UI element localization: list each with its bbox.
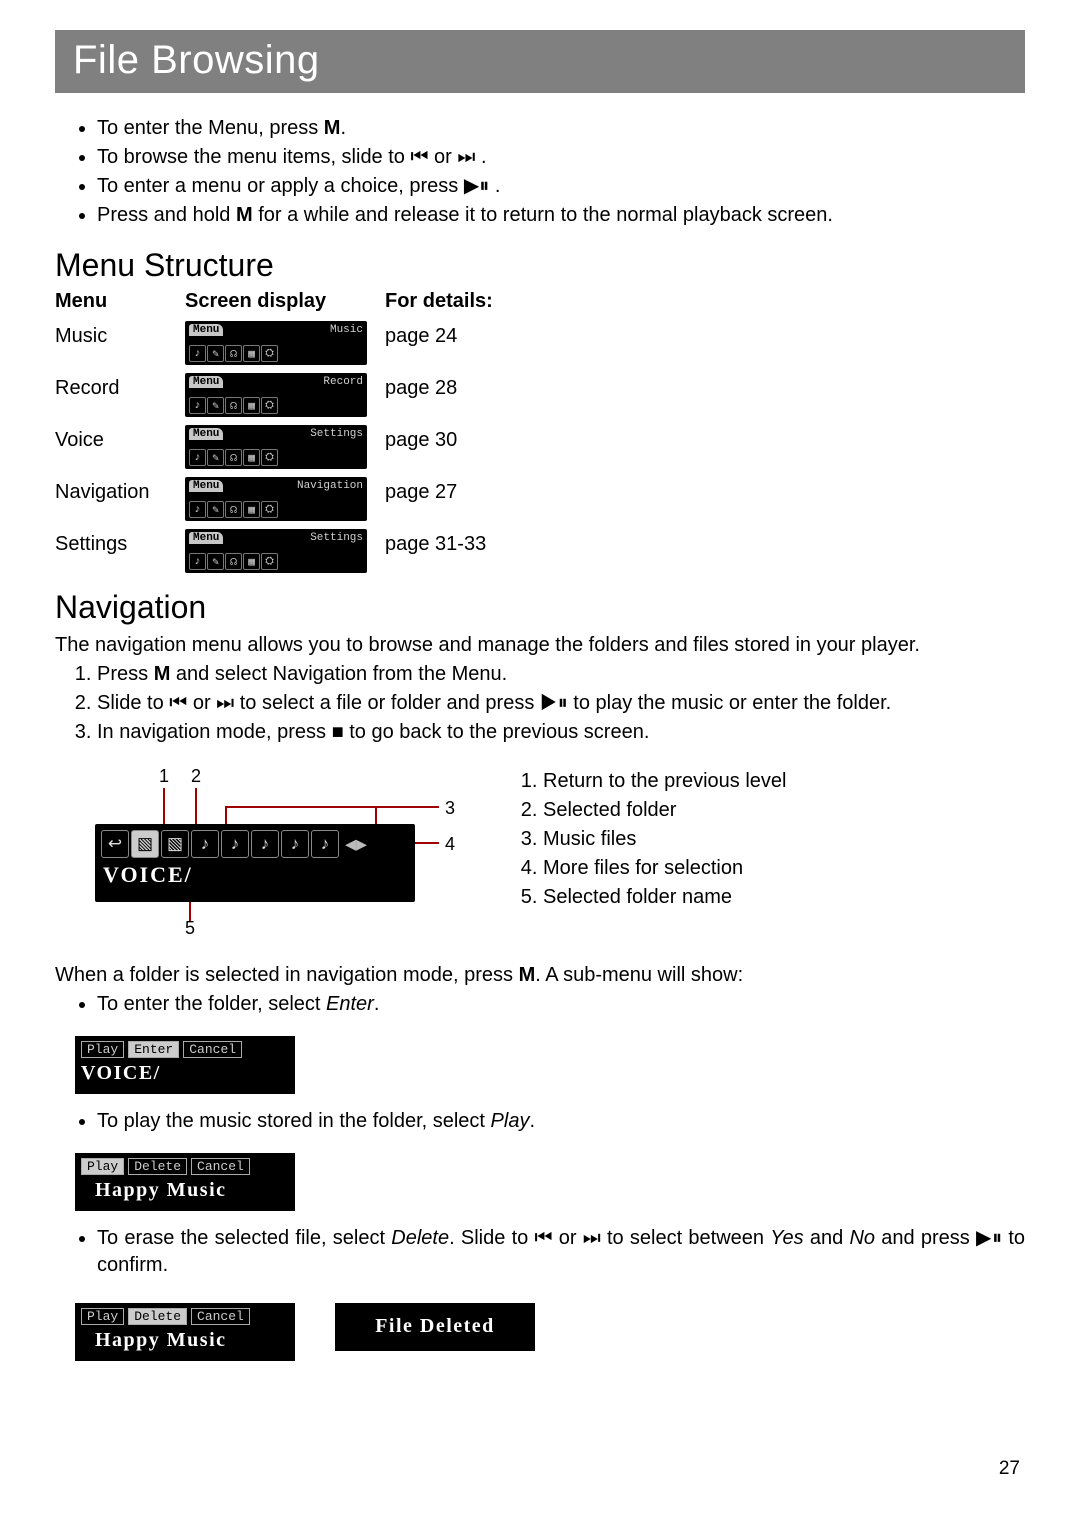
list-item: In navigation mode, press ■ to go back t…: [97, 719, 1025, 746]
voice-icon: ☊: [225, 345, 242, 362]
file-music-icon: ♪: [281, 830, 309, 858]
list-item: Press M and select Navigation from the M…: [97, 661, 1025, 688]
navigation-legend: Return to the previous level Selected fo…: [515, 766, 786, 913]
file-music-icon: ♪: [191, 830, 219, 858]
submenu-option-cancel: Cancel: [183, 1041, 242, 1058]
list-item: Press and hold M for a while and release…: [97, 202, 1025, 229]
lcd-screen-record: MenuRecord ♪ ✎ ☊ ▦ ⛭: [185, 373, 367, 417]
navigation-icon: ▦: [243, 345, 260, 362]
submenu-intro: When a folder is selected in navigation …: [55, 962, 1025, 989]
more-arrow-icon: ◂▸: [345, 831, 367, 857]
menu-structure-table: Menu Screen display For details: Music M…: [55, 290, 1025, 573]
submenu-option-play: Play: [81, 1158, 124, 1175]
list-item: To enter a menu or apply a choice, press…: [97, 173, 1025, 200]
file-music-icon: ♪: [251, 830, 279, 858]
callout-4: 4: [445, 834, 455, 855]
lcd-screen-navigation: MenuNavigation ♪ ✎ ☊ ▦ ⛭: [185, 477, 367, 521]
callout-3: 3: [445, 798, 455, 819]
table-row: Navigation MenuNavigation ♪ ✎ ☊ ▦ ⛭ page…: [55, 477, 1025, 521]
play-pause-icon: ▶⏸: [464, 175, 489, 197]
section-heading-menu-structure: Menu Structure: [55, 247, 1025, 284]
table-row: Voice MenuSettings ♪ ✎ ☊ ▦ ⛭ page 30: [55, 425, 1025, 469]
submenu-option-cancel: Cancel: [191, 1308, 250, 1325]
navigation-lcd: ↩ ▧ ▧ ♪ ♪ ♪ ♪ ♪ ◂▸ VOICE/: [95, 824, 415, 902]
list-item: More files for selection: [543, 855, 786, 882]
list-item: To play the music stored in the folder, …: [97, 1108, 1025, 1135]
col-for-details: For details:: [385, 290, 535, 313]
list-item: Return to the previous level: [543, 768, 786, 795]
submenu-option-delete: Delete: [128, 1308, 187, 1325]
submenu-option-play: Play: [81, 1041, 124, 1058]
music-icon: ♪: [189, 345, 206, 362]
table-row: Record MenuRecord ♪ ✎ ☊ ▦ ⛭ page 28: [55, 373, 1025, 417]
list-item: To enter the Menu, press M.: [97, 115, 1025, 142]
file-deleted-message: File Deleted: [341, 1315, 529, 1338]
folder-icon: ▧: [161, 830, 189, 858]
callout-2: 2: [191, 766, 201, 787]
lcd-file-deleted: File Deleted: [335, 1303, 535, 1351]
list-item: To browse the menu items, slide to ⏮ or …: [97, 144, 1025, 171]
lcd-screen-voice: MenuSettings ♪ ✎ ☊ ▦ ⛭: [185, 425, 367, 469]
page-number: 27: [999, 1458, 1020, 1480]
file-music-icon: ♪: [221, 830, 249, 858]
lcd-submenu-delete: Play Delete Cancel Happy Music: [75, 1303, 295, 1361]
list-item: Music files: [543, 826, 786, 853]
back-icon: ↩: [101, 830, 129, 858]
navigation-steps: Press M and select Navigation from the M…: [55, 661, 1025, 746]
callout-5: 5: [185, 918, 195, 939]
section-heading-navigation: Navigation: [55, 589, 1025, 626]
navigation-intro: The navigation menu allows you to browse…: [55, 632, 1025, 659]
navigation-diagram: 1 2 3 4 5 ↩ ▧ ▧ ♪ ♪ ♪ ♪: [95, 766, 455, 936]
submenu-title: Happy Music: [81, 1329, 289, 1352]
submenu-option-enter: Enter: [128, 1041, 179, 1058]
submenu-option-delete: Delete: [128, 1158, 187, 1175]
callout-1: 1: [159, 766, 169, 787]
col-screen-display: Screen display: [185, 290, 385, 313]
selected-folder-name: VOICE/: [101, 862, 409, 888]
list-item: Slide to ⏮ or ⏭ to select a file or fold…: [97, 690, 1025, 717]
page-title: File Browsing: [55, 30, 1025, 93]
list-item: Selected folder name: [543, 884, 786, 911]
col-menu: Menu: [55, 290, 185, 313]
submenu-title: VOICE/: [81, 1062, 289, 1085]
submenu-title: Happy Music: [81, 1179, 289, 1202]
list-item: Selected folder: [543, 797, 786, 824]
lcd-submenu-enter: Play Enter Cancel VOICE/: [75, 1036, 295, 1094]
list-item: To enter the folder, select Enter.: [97, 991, 1025, 1018]
settings-icon: ⛭: [261, 345, 278, 362]
file-music-icon: ♪: [311, 830, 339, 858]
list-item: To erase the selected file, select Delet…: [97, 1225, 1025, 1279]
folder-icon: ▧: [131, 830, 159, 858]
submenu-option-play: Play: [81, 1308, 124, 1325]
lcd-screen-settings: MenuSettings ♪ ✎ ☊ ▦ ⛭: [185, 529, 367, 573]
table-row: Settings MenuSettings ♪ ✎ ☊ ▦ ⛭ page 31-…: [55, 529, 1025, 573]
lcd-submenu-play: Play Delete Cancel Happy Music: [75, 1153, 295, 1211]
table-row: Music MenuMusic ♪ ✎ ☊ ▦ ⛭ page 24: [55, 321, 1025, 365]
lcd-screen-music: MenuMusic ♪ ✎ ☊ ▦ ⛭: [185, 321, 367, 365]
prev-next-icon: ⏮ or ⏭: [410, 146, 475, 168]
intro-list: To enter the Menu, press M. To browse th…: [55, 115, 1025, 229]
record-icon: ✎: [207, 345, 224, 362]
submenu-option-cancel: Cancel: [191, 1158, 250, 1175]
